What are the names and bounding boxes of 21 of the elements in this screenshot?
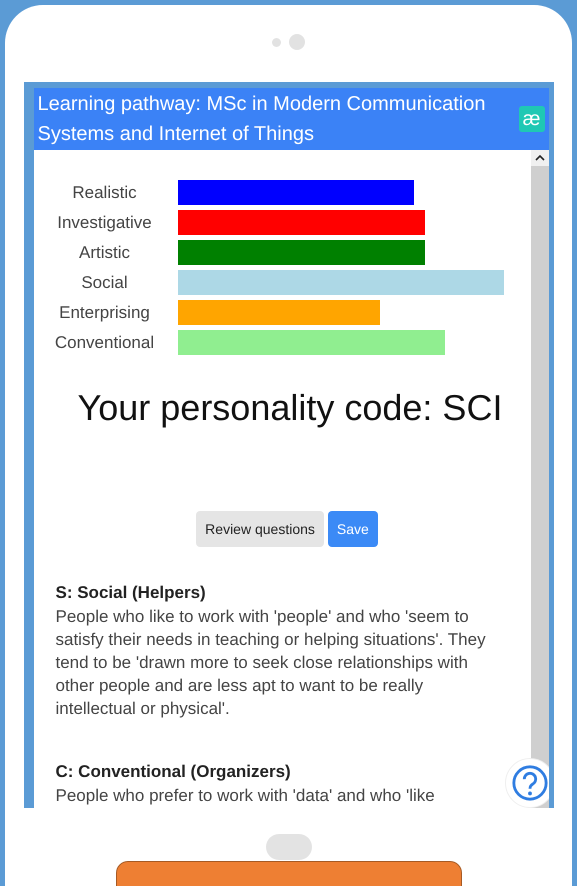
personality-code: Your personality code: SCI (76, 387, 504, 429)
scrollbar[interactable] (530, 150, 548, 808)
help-button[interactable] (504, 758, 548, 808)
trait-label: Conventional (54, 332, 156, 352)
scroll-up-icon[interactable] (530, 150, 548, 166)
camera-icon (289, 34, 305, 50)
home-button[interactable] (266, 834, 312, 860)
page-title: Learning pathway: MSc in Modern Communication Systems and Internet of Things (38, 92, 486, 147)
trait-label: Realistic (71, 182, 138, 202)
type-description: People who prefer to work with 'data' and who 'like (56, 785, 436, 807)
trait-label: Enterprising (58, 302, 151, 322)
type-heading: C: Conventional (Organizers) (56, 762, 292, 782)
trait-label: Investigative (56, 212, 153, 232)
review-button[interactable]: Review questions (196, 511, 324, 547)
sensor-icon (272, 38, 281, 46)
logo-icon: æ (518, 106, 544, 132)
trait-label: Artistic (78, 242, 131, 262)
type-description: People who like to work with 'people' and who 'seem to satisfy their needs in teaching or helping situations'. They tend to be 'drawn more to seek close relationships with other people and are less apt to want to be really intellectual or physical'. (56, 606, 487, 720)
trait-label: Social (80, 272, 129, 292)
type-heading: S: Social (Helpers) (56, 583, 207, 603)
help-icon (510, 764, 548, 802)
